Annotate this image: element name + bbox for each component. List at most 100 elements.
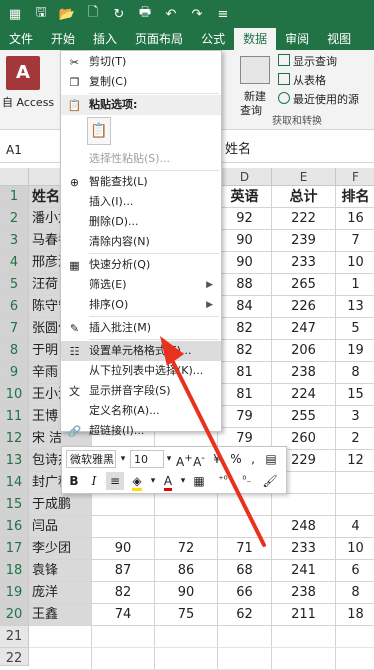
row-header[interactable]: 11 <box>0 406 29 428</box>
bold-button[interactable]: B <box>66 472 82 490</box>
cell-rank[interactable]: 1 <box>336 274 374 296</box>
header-cell-english[interactable]: 英语 <box>218 186 272 208</box>
customize-icon[interactable]: ≡ <box>212 4 234 24</box>
row-header[interactable]: 3 <box>0 230 29 252</box>
fill-color-dropdown-icon[interactable]: ▾ <box>148 472 158 490</box>
from-table-button[interactable]: 从表格 <box>293 72 326 88</box>
empty-cell[interactable] <box>218 626 272 648</box>
cell-english[interactable]: 66 <box>218 582 272 604</box>
cell-b[interactable]: 82 <box>92 582 155 604</box>
col-header-d[interactable]: D <box>218 168 272 186</box>
align-center-icon[interactable]: ≡ <box>106 472 124 490</box>
row-header[interactable]: 4 <box>0 252 29 274</box>
row-header[interactable]: 16 <box>0 516 29 538</box>
formula-input[interactable]: 姓名 <box>225 140 251 160</box>
cell-rank[interactable]: 16 <box>336 208 374 230</box>
cell-total[interactable]: 265 <box>272 274 336 296</box>
row-header[interactable]: 7 <box>0 318 29 340</box>
cell-english[interactable]: 90 <box>218 230 272 252</box>
cell-total[interactable]: 224 <box>272 384 336 406</box>
recent-sources-button[interactable]: 最近使用的源 <box>293 91 359 107</box>
cell-c[interactable]: 75 <box>155 604 218 626</box>
cell-c[interactable]: 72 <box>155 538 218 560</box>
tab-5[interactable]: 数据 <box>234 28 277 50</box>
row-header[interactable]: 12 <box>0 428 29 450</box>
menu-item[interactable]: ✂ 剪切(T) <box>61 52 221 72</box>
menu-item[interactable]: 从下拉列表中选择(K)... <box>61 361 221 381</box>
cell-rank[interactable]: 2 <box>336 428 374 450</box>
cell-rank[interactable]: 12 <box>336 450 374 472</box>
refresh-icon[interactable]: ↻ <box>108 4 130 24</box>
col-header-f[interactable]: F <box>336 168 374 186</box>
cell-rank[interactable]: 3 <box>336 406 374 428</box>
row-header[interactable]: 22 <box>0 648 29 666</box>
cell-total[interactable]: 239 <box>272 230 336 252</box>
new-query-label2[interactable]: 查询 <box>240 102 262 118</box>
cell-english[interactable]: 81 <box>218 384 272 406</box>
cell-english[interactable]: 79 <box>218 406 272 428</box>
row-header[interactable]: 13 <box>0 450 29 472</box>
row-header[interactable]: 20 <box>0 604 29 626</box>
cell-english[interactable]: 71 <box>218 538 272 560</box>
cell-total[interactable]: 206 <box>272 340 336 362</box>
menu-item[interactable]: 文显示拼音字段(S) <box>61 381 221 401</box>
empty-cell[interactable] <box>29 626 92 648</box>
row-header[interactable]: 17 <box>0 538 29 560</box>
name-cell[interactable]: 李少团 <box>29 538 92 560</box>
cell-english[interactable]: 90 <box>218 252 272 274</box>
cell-english[interactable]: 82 <box>218 318 272 340</box>
redo-icon[interactable]: ↷ <box>186 4 208 24</box>
row-header[interactable]: 2 <box>0 208 29 230</box>
borders-icon[interactable]: ▦ <box>190 472 208 490</box>
cell-b[interactable]: 74 <box>92 604 155 626</box>
row-header[interactable]: 6 <box>0 296 29 318</box>
decrease-font-icon[interactable]: A- <box>192 450 206 469</box>
increase-font-icon[interactable]: A+ <box>176 450 193 469</box>
cell-total[interactable]: 238 <box>272 582 336 604</box>
cell-rank[interactable]: 10 <box>336 252 374 274</box>
row-header[interactable]: 21 <box>0 626 29 648</box>
open-icon[interactable]: 📂 <box>56 4 78 24</box>
currency-icon[interactable]: ¥ <box>208 450 226 468</box>
empty-cell[interactable] <box>155 626 218 648</box>
cell-b[interactable] <box>92 494 155 516</box>
cell-rank[interactable]: 8 <box>336 582 374 604</box>
font-color-dropdown-icon[interactable]: ▾ <box>178 472 188 490</box>
format-painter-icon[interactable]: 🖌 <box>260 472 280 490</box>
cell-total[interactable] <box>272 494 336 516</box>
comma-button[interactable]: , <box>246 450 260 468</box>
name-cell[interactable]: 王鑫 <box>29 604 92 626</box>
empty-cell[interactable] <box>155 648 218 670</box>
header-cell-total[interactable]: 总计 <box>272 186 336 208</box>
paste-option-icon[interactable]: 📋 <box>87 117 111 145</box>
font-name-field[interactable]: 微软雅黑 <box>66 450 116 468</box>
cell-rank[interactable] <box>336 472 374 494</box>
row-header[interactable]: 18 <box>0 560 29 582</box>
menu-item[interactable]: 定义名称(A)... <box>61 401 221 421</box>
undo-icon[interactable]: ↶ <box>160 4 182 24</box>
empty-cell[interactable] <box>92 626 155 648</box>
empty-cell[interactable] <box>92 648 155 670</box>
empty-cell[interactable] <box>218 648 272 670</box>
cell-b[interactable] <box>92 516 155 538</box>
menu-item[interactable]: 清除内容(N) <box>61 232 221 252</box>
cell-c[interactable]: 86 <box>155 560 218 582</box>
print-preview-icon[interactable]: 🖶 <box>134 4 156 24</box>
name-cell[interactable]: 袁锋 <box>29 560 92 582</box>
tab-0[interactable]: 文件 <box>0 28 42 50</box>
font-color-icon[interactable]: A <box>160 472 176 491</box>
cell-rank[interactable]: 10 <box>336 538 374 560</box>
cell-rank[interactable]: 8 <box>336 362 374 384</box>
cell-english[interactable]: 88 <box>218 274 272 296</box>
font-size-dropdown-icon[interactable]: ▾ <box>164 450 174 468</box>
cell-total[interactable]: 222 <box>272 208 336 230</box>
font-dropdown-icon[interactable]: ▾ <box>118 450 128 468</box>
new-file-icon[interactable]: 🗋 <box>82 4 104 24</box>
italic-button[interactable]: I <box>86 472 102 490</box>
menu-item[interactable]: ❐ 复制(C) <box>61 72 221 92</box>
cell-rank[interactable]: 15 <box>336 384 374 406</box>
cell-rank[interactable]: 13 <box>336 296 374 318</box>
cell-english[interactable]: 84 <box>218 296 272 318</box>
cell-english[interactable] <box>218 494 272 516</box>
cell-rank[interactable]: 7 <box>336 230 374 252</box>
